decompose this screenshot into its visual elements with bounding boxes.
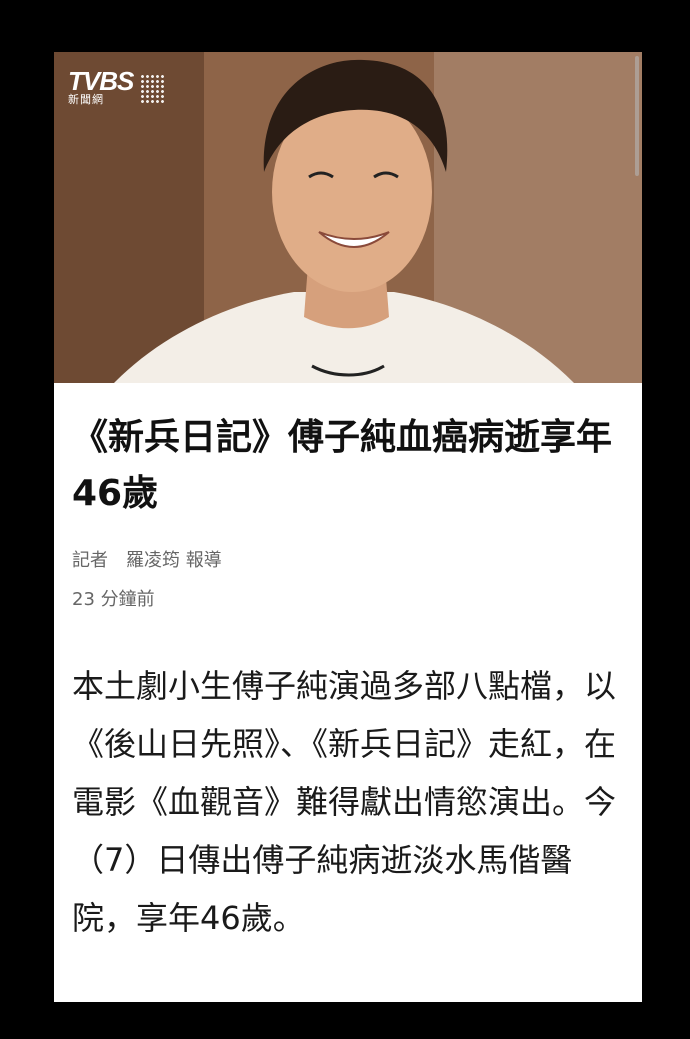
tvbs-logo: TVBS 新聞網 — [68, 66, 166, 106]
article-card: TVBS 新聞網 《新兵日記》傅子純血癌病逝享年46歲 記者 羅凌筠 報導 23… — [54, 52, 642, 1002]
article-time: 23 分鐘前 — [72, 589, 155, 610]
logo-dots — [140, 74, 166, 104]
hero-image[interactable]: TVBS 新聞網 — [54, 52, 642, 383]
article-body: 本土劇小生傅子純演過多部八點檔，以《後山日先照》、《新兵日記》走紅，在電影《血觀… — [72, 667, 617, 937]
article-title: 《新兵日記》傅子純血癌病逝享年46歲 — [72, 417, 613, 514]
scrollbar[interactable] — [635, 56, 639, 176]
logo-brand: TVBS — [68, 66, 134, 96]
article-byline: 記者 羅凌筠 報導 — [72, 550, 222, 571]
